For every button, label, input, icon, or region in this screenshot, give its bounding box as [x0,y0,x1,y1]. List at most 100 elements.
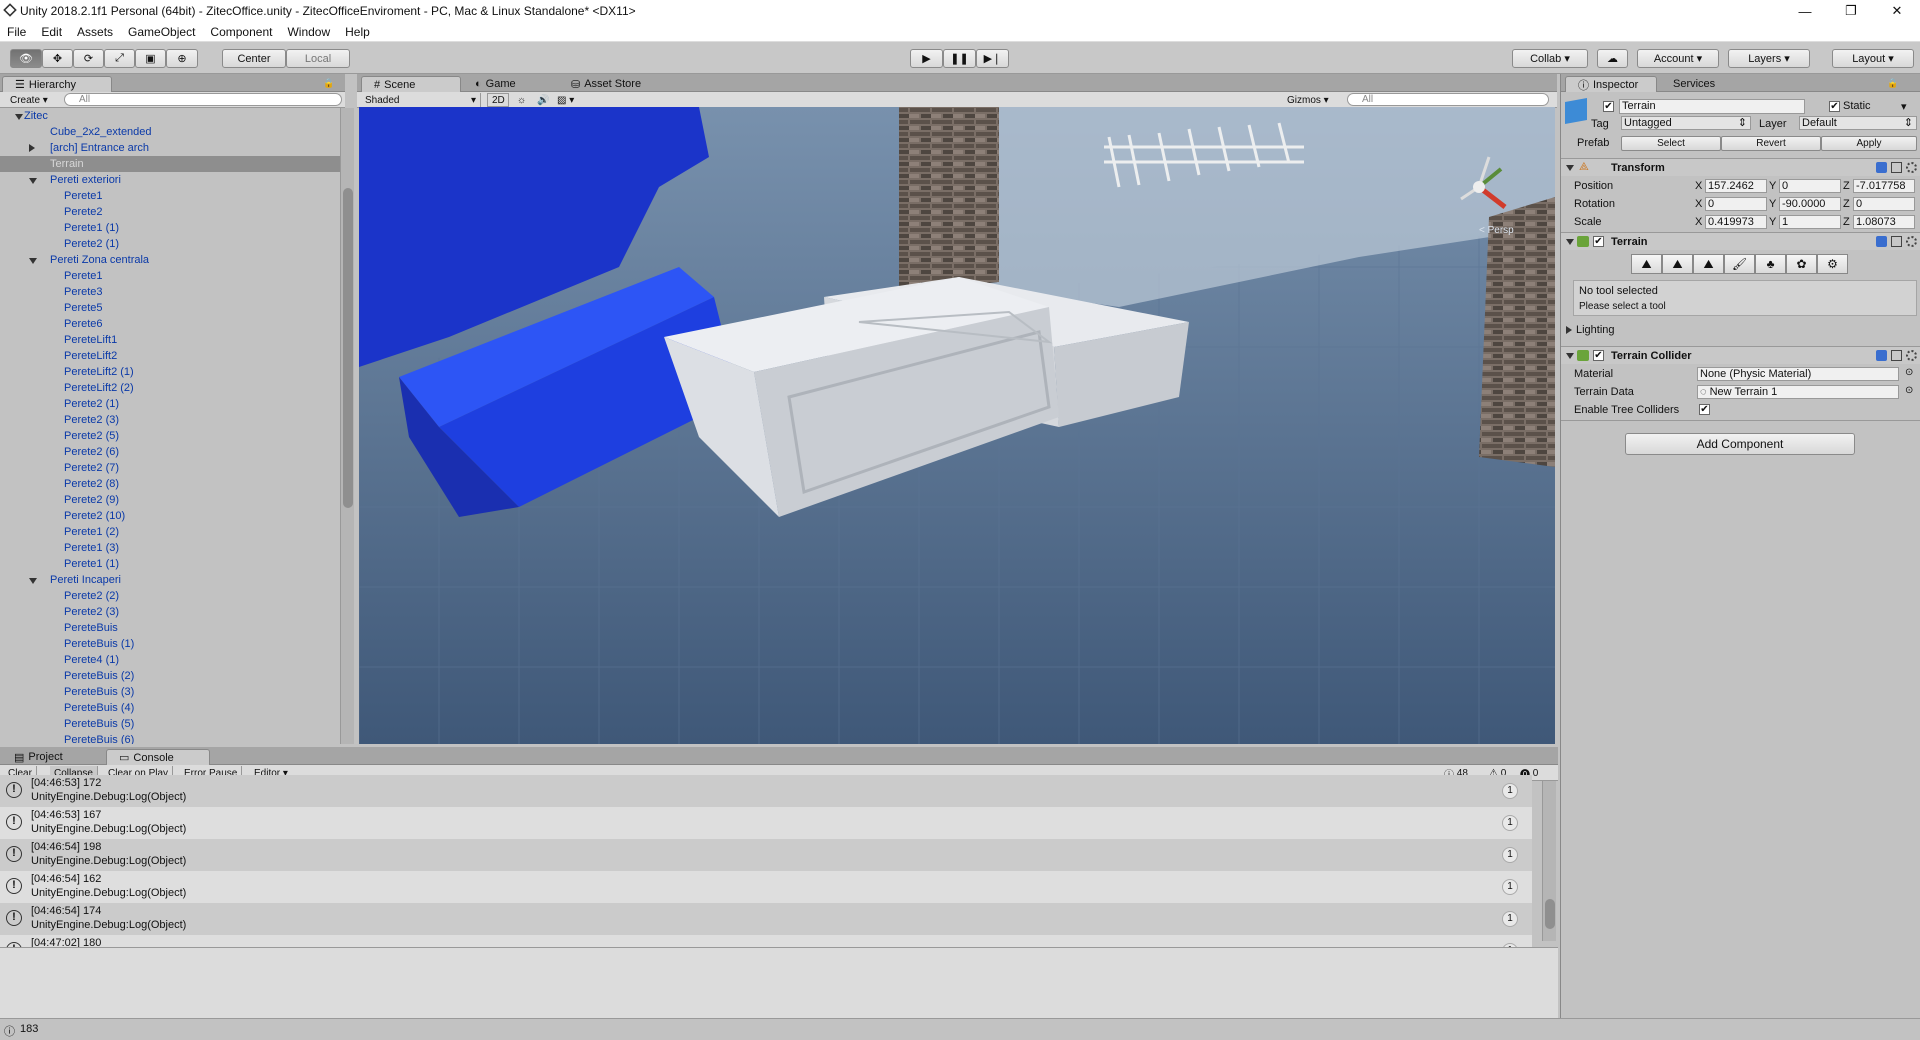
account-dropdown[interactable]: Account ▾ [1637,49,1719,68]
status-text[interactable]: 183 [20,1023,38,1035]
hierarchy-item[interactable]: Pereti exteriori [0,172,340,188]
hierarchy-item[interactable]: Perete2 (6) [0,444,340,460]
foldout-arrow-icon[interactable] [15,114,23,120]
terrain-enabled-checkbox[interactable]: ✔ [1593,236,1604,247]
object-picker-icon[interactable]: ⊙ [1905,385,1913,396]
pivot-local-button[interactable]: Local [286,49,350,68]
axis-label-y[interactable]: Y [1769,198,1776,210]
hierarchy-item[interactable]: Perete2 (9) [0,492,340,508]
rect-tool-button[interactable]: ▣ [135,49,166,68]
hierarchy-item[interactable]: Terrain [0,156,340,172]
hierarchy-item[interactable]: Perete2 (1) [0,236,340,252]
shading-dropdown[interactable]: Shaded ▾ [361,93,481,107]
menu-file[interactable]: File [0,25,34,39]
pause-button[interactable]: ❚❚ [943,49,976,68]
hierarchy-item[interactable]: Perete2 (3) [0,604,340,620]
place-trees-tool[interactable]: ♣ [1755,254,1786,274]
transform-tool-button[interactable]: ⊕ [166,49,198,68]
hierarchy-item[interactable]: Perete1 (3) [0,540,340,556]
2d-toggle[interactable]: 2D [487,93,509,107]
hierarchy-item[interactable]: PereteBuis (4) [0,700,340,716]
menu-help[interactable]: Help [338,25,378,39]
terrain-data-field[interactable]: ◌ New Terrain 1 [1697,385,1899,399]
transform-x-field[interactable]: 0.419973 [1705,215,1767,229]
transform-x-field[interactable]: 0 [1705,197,1767,211]
tag-dropdown[interactable]: Untagged ⇕ [1621,116,1751,130]
menu-assets[interactable]: Assets [70,25,121,39]
minimize-button[interactable]: — [1782,0,1828,22]
gear-icon[interactable] [1906,162,1917,173]
terrain-header[interactable]: ✔ Terrain [1561,232,1920,250]
object-name-field[interactable]: Terrain [1619,99,1805,114]
hierarchy-item[interactable]: Cube_2x2_extended [0,124,340,140]
hierarchy-item[interactable]: PereteLift2 (1) [0,364,340,380]
pivot-center-button[interactable]: Center [222,49,286,68]
axis-label-x[interactable]: X [1695,180,1702,192]
tab-hierarchy[interactable]: ☰ Hierarchy [2,76,112,92]
tab-inspector[interactable]: ⓘ Inspector [1565,76,1657,92]
raise-terrain-tool[interactable]: ⛰ [1631,254,1662,274]
hierarchy-item[interactable]: Perete2 (7) [0,460,340,476]
hierarchy-item[interactable]: Zitec [0,108,340,124]
inspector-lock-icon[interactable]: 🔒 [1887,78,1898,89]
hierarchy-item[interactable]: Perete5 [0,300,340,316]
collider-enabled-checkbox[interactable]: ✔ [1593,350,1604,361]
tab-scene[interactable]: # Scene [361,76,461,92]
layer-dropdown[interactable]: Default ⇕ [1799,116,1917,130]
hierarchy-item[interactable]: PereteBuis (1) [0,636,340,652]
object-picker-icon[interactable]: ⊙ [1905,367,1913,378]
hierarchy-item[interactable]: Perete1 [0,268,340,284]
static-dropdown-icon[interactable]: ▾ [1901,100,1907,113]
terrain-settings-tool[interactable]: ⚙ [1817,254,1848,274]
step-button[interactable]: ▶❘ [976,49,1009,68]
transform-header[interactable]: ⟁ Transform [1561,158,1920,176]
paint-details-tool[interactable]: ✿ [1786,254,1817,274]
menu-edit[interactable]: Edit [34,25,70,39]
effects-dropdown[interactable]: ▨ ▾ [553,93,578,107]
console-log-entry[interactable]: ! [04:46:53] 172 UnityEngine.Debug:Log(Obj… [0,775,1532,807]
foldout-arrow-icon[interactable] [29,258,37,264]
audio-toggle[interactable]: 🔊 [533,93,553,107]
material-field[interactable]: None (Physic Material) [1697,367,1899,381]
gizmos-dropdown[interactable]: Gizmos ▾ [1283,93,1333,107]
foldout-arrow-icon[interactable] [29,178,37,184]
hierarchy-item[interactable]: PereteBuis (6) [0,732,340,744]
lock-icon[interactable]: 🔒 [323,78,334,89]
transform-z-field[interactable]: 0 [1853,197,1915,211]
tab-console[interactable]: ▭ Console [106,749,210,765]
transform-x-field[interactable]: 157.2462 [1705,179,1767,193]
hierarchy-scroll-thumb[interactable] [343,188,353,508]
transform-y-field[interactable]: -90.0000 [1779,197,1841,211]
lighting-toggle[interactable]: ☼ [513,93,530,107]
maximize-button[interactable]: ❐ [1828,0,1874,22]
console-scroll-thumb[interactable] [1545,899,1555,929]
axis-label-z[interactable]: Z [1843,198,1850,210]
transform-z-field[interactable]: 1.08073 [1853,215,1915,229]
axis-label-y[interactable]: Y [1769,180,1776,192]
scene-viewport[interactable]: < Persp [359,107,1555,744]
hierarchy-item[interactable]: Perete6 [0,316,340,332]
hierarchy-item[interactable]: Perete1 [0,188,340,204]
console-log-entry[interactable]: ! [04:46:54] 198 UnityEngine.Debug:Log(Obj… [0,839,1532,871]
hierarchy-item[interactable]: PereteLift1 [0,332,340,348]
axis-label-z[interactable]: Z [1843,180,1850,192]
hierarchy-item[interactable]: Perete3 [0,284,340,300]
hierarchy-item[interactable]: Pereti Zona centrala [0,252,340,268]
hierarchy-item[interactable]: Pereti Incaperi [0,572,340,588]
tree-colliders-checkbox[interactable]: ✔ [1699,404,1710,415]
hierarchy-item[interactable]: PereteLift2 [0,348,340,364]
prefab-select-button[interactable]: Select [1621,136,1721,151]
view-tool-button[interactable]: 👁 [10,49,42,68]
help-icon[interactable] [1876,162,1887,173]
axis-label-x[interactable]: X [1695,198,1702,210]
hierarchy-item[interactable]: Perete1 (1) [0,220,340,236]
transform-z-field[interactable]: -7.017758 [1853,179,1915,193]
hierarchy-item[interactable]: PereteBuis (5) [0,716,340,732]
axis-label-z[interactable]: Z [1843,216,1850,228]
terrain-collider-header[interactable]: ✔ Terrain Collider [1561,346,1920,364]
transform-y-field[interactable]: 1 [1779,215,1841,229]
paint-height-tool[interactable]: ⛰ [1662,254,1693,274]
foldout-arrow-icon[interactable] [29,578,37,584]
hierarchy-item[interactable]: [arch] Entrance arch [0,140,340,156]
hierarchy-item[interactable]: Perete1 (1) [0,556,340,572]
